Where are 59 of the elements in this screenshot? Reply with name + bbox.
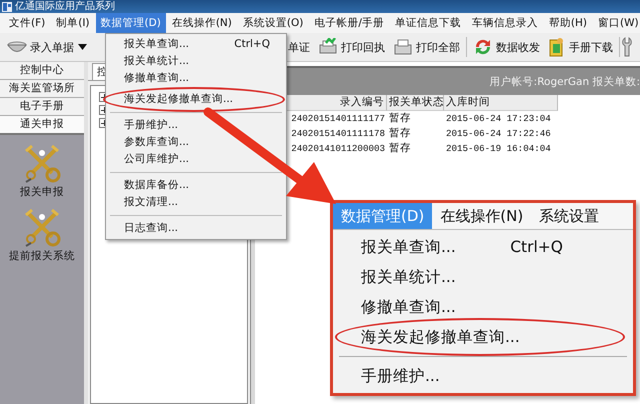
menu-item[interactable]: 帮助(H) bbox=[544, 13, 592, 33]
printer-icon bbox=[393, 38, 413, 56]
table-cell-text: 暂存 bbox=[388, 111, 412, 126]
sidebar-tab[interactable]: 海关监管场所 bbox=[0, 80, 84, 98]
launcher-label[interactable]: 提前报关系统 bbox=[9, 249, 75, 263]
menu-item[interactable]: 窗口(W) bbox=[592, 13, 640, 33]
table-cell-text: 24020151401111178 bbox=[290, 127, 386, 141]
caret-icon[interactable] bbox=[78, 44, 87, 50]
menu-item[interactable]: 数据管理(D) bbox=[96, 13, 166, 33]
table-cell-text: 暂存 bbox=[388, 141, 412, 156]
menu-option[interactable]: 数据库备份... bbox=[124, 177, 190, 194]
toolbar-button[interactable]: 单证 bbox=[284, 35, 314, 59]
menu-option[interactable]: 手册维护... bbox=[361, 361, 440, 391]
table-cell-text: 24020141011200003 bbox=[290, 142, 386, 156]
menu-option[interactable]: 手册维护... bbox=[124, 117, 178, 134]
printer-icon bbox=[318, 38, 338, 56]
toolbar-button[interactable]: 打印回执 bbox=[314, 35, 389, 59]
sync-icon bbox=[473, 38, 493, 56]
menu-option[interactable]: 报关单查询... bbox=[361, 232, 456, 262]
table-cell-text: 24020151401111177 bbox=[290, 112, 386, 126]
menu-item[interactable]: 电子帐册/手册 bbox=[309, 13, 389, 33]
window-title: 亿通国际应用产品系列 bbox=[15, 0, 115, 12]
user-info: 用户帐号:RogerGan 报关单数: bbox=[490, 74, 640, 88]
shortcut-label: Ctrl+Q bbox=[234, 37, 270, 52]
menu-option[interactable]: 海关发起修撤单查询... bbox=[361, 322, 520, 352]
wrench-icon[interactable] bbox=[622, 37, 632, 57]
table-cell-text: 2015-06-24 17:22:46 bbox=[445, 127, 552, 141]
toolbar-button[interactable]: 录入单据 bbox=[3, 35, 78, 59]
menu-option[interactable]: 报文清理... bbox=[124, 194, 178, 211]
bowl-icon bbox=[7, 40, 27, 54]
table-cell-text: 2015-06-19 16:04:04 bbox=[445, 142, 552, 156]
toolbar-button[interactable]: 数据收发 bbox=[469, 35, 544, 59]
toolbar-button[interactable]: 打印全部 bbox=[389, 35, 464, 59]
menu-option[interactable]: 修撤单查询... bbox=[361, 292, 456, 322]
column-header[interactable]: 入库时间 bbox=[444, 95, 558, 111]
table-cell-text: 暂存 bbox=[388, 126, 412, 141]
menu-option[interactable]: 日志查询... bbox=[124, 220, 178, 237]
table-cell-text: 2015-06-24 17:23:04 bbox=[445, 112, 552, 126]
sidebar-tab[interactable]: 电子手册 bbox=[0, 98, 84, 116]
menu-option[interactable]: 公司库维护... bbox=[124, 151, 190, 168]
menu-item[interactable]: 单证信息下载 bbox=[390, 13, 466, 33]
sidebar-tab[interactable]: 控制中心 bbox=[0, 62, 84, 80]
book-icon bbox=[548, 37, 566, 57]
shortcut-label: Ctrl+Q bbox=[510, 237, 563, 258]
menu-item[interactable]: 在线操作(N) bbox=[166, 13, 237, 33]
menu-option[interactable]: 报关单统计... bbox=[124, 53, 190, 70]
menu-option[interactable]: 海关发起修撤单查询... bbox=[124, 91, 234, 108]
sidebar-tab[interactable]: 通关申报 bbox=[0, 116, 84, 135]
menu-option[interactable]: 报关单查询... bbox=[124, 36, 190, 53]
menu-option[interactable]: 参数库查询... bbox=[124, 134, 190, 151]
menu-item[interactable]: 制单(I) bbox=[51, 13, 95, 33]
toolbar-button[interactable]: 手册下载 bbox=[544, 35, 617, 59]
menu-option[interactable]: 报关单统计... bbox=[361, 262, 456, 292]
column-header[interactable]: 报关单状态 bbox=[387, 95, 444, 111]
menu-option[interactable]: 修撤单查询... bbox=[124, 70, 190, 87]
menu-item[interactable]: 车辆信息录入 bbox=[466, 13, 543, 33]
menu-item[interactable]: 系统设置(O) bbox=[238, 13, 308, 33]
launcher-label[interactable]: 报关申报 bbox=[20, 185, 64, 199]
menu-item[interactable]: 文件(F) bbox=[4, 13, 50, 33]
